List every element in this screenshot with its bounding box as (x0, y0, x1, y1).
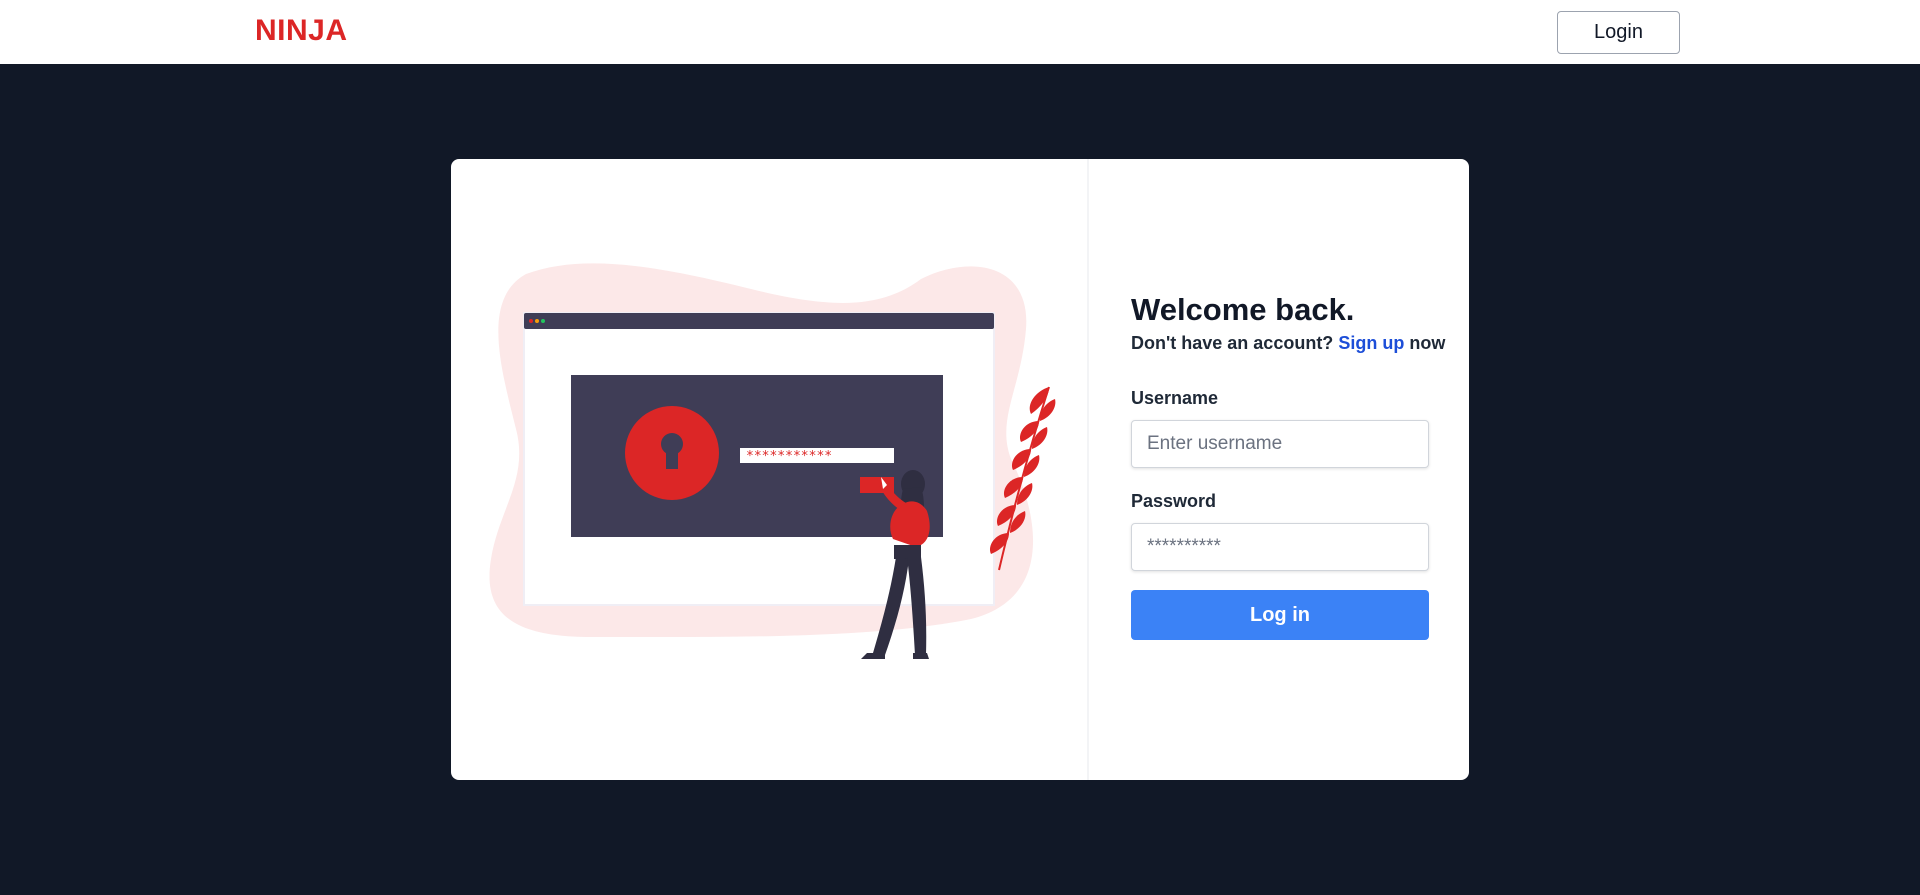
brand-logo[interactable]: NINJA (255, 14, 348, 48)
window-dot-icon (535, 319, 539, 323)
top-navbar: NINJA Login (0, 0, 1920, 64)
window-dot-icon (529, 319, 533, 323)
window-dot-icon (541, 319, 545, 323)
username-label: Username (1131, 388, 1219, 408)
password-mask-text: *********** (746, 449, 832, 464)
login-card: *********** Welcome back. Don't have an … (451, 159, 1469, 780)
login-submit-button[interactable]: Log in (1131, 590, 1429, 640)
password-label: Password (1131, 491, 1217, 511)
username-input[interactable] (1131, 420, 1429, 468)
keyhole-slot (666, 446, 678, 469)
login-form-panel: Welcome back. Don't have an account? Sig… (1131, 159, 1445, 780)
welcome-heading: Welcome back. (1131, 292, 1355, 327)
illustration-panel: *********** (451, 159, 1089, 780)
login-illustration: *********** (489, 263, 1056, 659)
signup-link[interactable]: Sign up (1338, 333, 1404, 353)
signup-prompt-text: Don't have an account? (1131, 333, 1334, 353)
signup-prompt: Don't have an account? Sign up now (1131, 333, 1445, 354)
password-input[interactable] (1131, 523, 1429, 571)
nav-login-button[interactable]: Login (1557, 11, 1680, 54)
browser-titlebar (524, 313, 994, 329)
signup-prompt-suffix: now (1409, 333, 1446, 353)
